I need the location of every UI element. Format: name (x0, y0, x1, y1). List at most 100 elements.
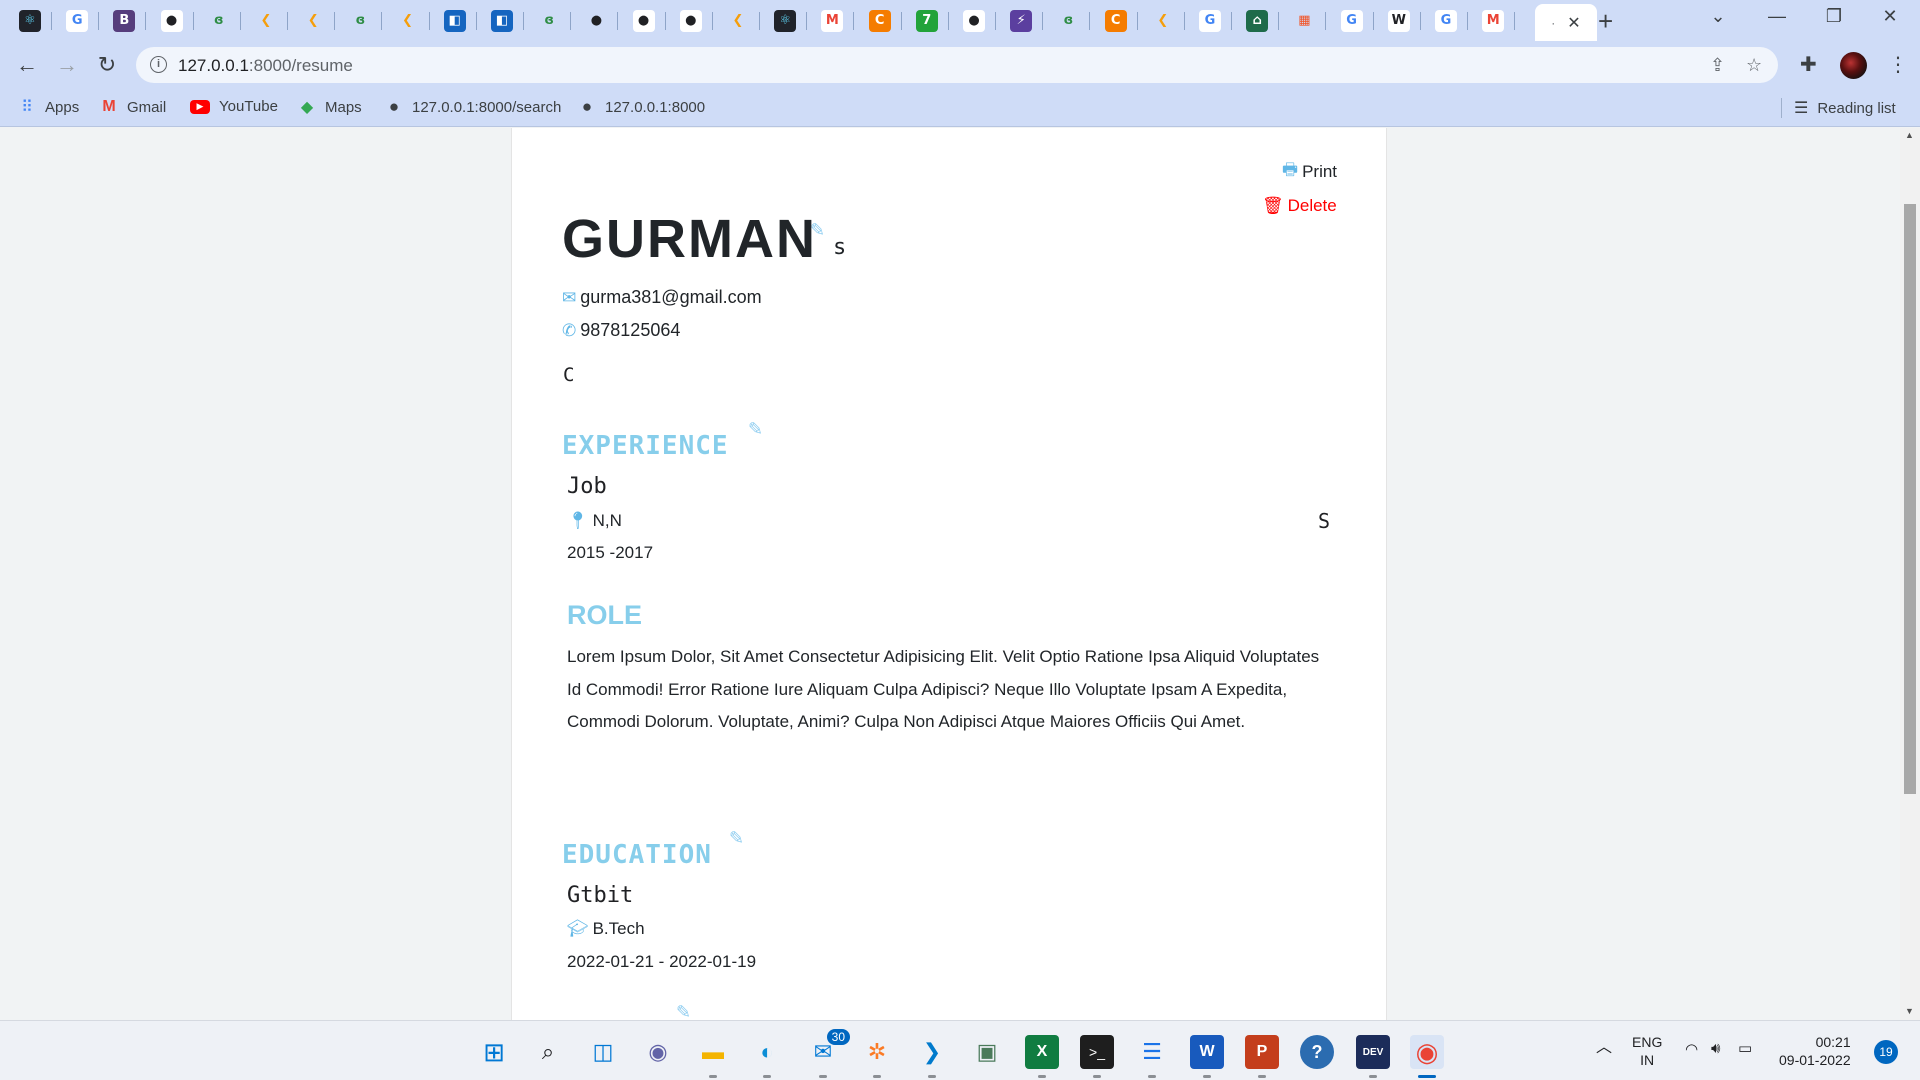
browser-tab[interactable]: ● (669, 5, 713, 36)
clock[interactable]: 00:21 09-01-2022 (1779, 1033, 1851, 1069)
bookmark-label: Maps (325, 98, 362, 116)
tab-separator (806, 12, 808, 30)
browser-tab[interactable]: ❮ (386, 5, 430, 36)
codeium-icon: ❮ (255, 9, 277, 32)
bookmark-home[interactable]: ● 127.0.0.1:8000 (578, 97, 705, 116)
bookmark-gmail[interactable]: M Gmail (100, 98, 166, 116)
bookmark-youtube[interactable]: ▶ YouTube (190, 98, 278, 115)
print-button[interactable]: 🖶 Print (1282, 157, 1337, 186)
browser-tab[interactable]: G (55, 5, 100, 36)
search-icon[interactable]: ⌕ (531, 1035, 565, 1069)
terminal-icon[interactable]: >_ (1080, 1035, 1114, 1078)
browser-tab[interactable]: C (1094, 5, 1138, 36)
browser-tab[interactable]: ɞ (338, 5, 383, 36)
url-text[interactable]: 127.0.0.1:8000/resume (178, 56, 353, 76)
reading-list-label: Reading list (1817, 99, 1896, 117)
browser-tab[interactable]: G (1330, 5, 1374, 36)
language-indicator[interactable]: ENG IN (1632, 1033, 1662, 1069)
browser-tab[interactable]: G (1424, 5, 1468, 36)
browser-tab[interactable]: ⚡ (999, 5, 1044, 36)
reading-list-button[interactable]: ☰ Reading list (1794, 98, 1896, 118)
notification-badge[interactable]: 19 (1874, 1040, 1898, 1064)
wifi-icon[interactable]: ◠ (1685, 1041, 1698, 1059)
browser-tab[interactable]: W (1377, 5, 1421, 36)
file-explorer-icon[interactable]: ▬ (696, 1035, 730, 1078)
page-scrollbar[interactable]: ▲ ▼ (1900, 128, 1920, 1020)
browser-tab[interactable]: ❮ (291, 5, 336, 36)
codeium-icon: ❮ (396, 9, 419, 32)
word-icon[interactable]: W (1190, 1035, 1224, 1078)
browser-tab[interactable]: ⚛ (8, 5, 52, 36)
tab-separator (570, 12, 572, 30)
browser-tab[interactable]: ⌂ (1235, 5, 1280, 36)
forward-button[interactable]: → (52, 50, 82, 80)
mail-icon[interactable]: ✉ 30 (806, 1029, 850, 1078)
browser-tab[interactable]: ▦ (1282, 5, 1327, 36)
codeium-icon: ❮ (302, 9, 325, 32)
minimize-button[interactable]: — (1757, 6, 1797, 27)
browser-tab[interactable]: ⚛ (763, 5, 808, 36)
browser-tab[interactable]: ◧ (480, 5, 524, 36)
edit-name-pencil-icon[interactable]: ✎ (810, 220, 825, 241)
browser-tab[interactable]: ❮ (1141, 5, 1185, 36)
browser-tab[interactable]: M (810, 5, 855, 36)
browser-tab[interactable]: ● (150, 5, 194, 36)
browser-tab[interactable]: G (1188, 5, 1232, 36)
scroll-up-arrow-icon[interactable]: ▲ (1905, 130, 1914, 140)
edit-experience-pencil-icon[interactable]: ✎ (748, 419, 763, 440)
bookmark-star-icon[interactable]: ☆ (1746, 55, 1762, 76)
browser-tab[interactable]: ❮ (716, 5, 760, 36)
browser-tab[interactable]: ɞ (1046, 5, 1091, 36)
show-hidden-icons-chevron-icon[interactable]: ︿ (1596, 1039, 1612, 1057)
browser-tab[interactable]: ◧ (433, 5, 477, 36)
bookmark-search[interactable]: ● 127.0.0.1:8000/search (385, 97, 561, 116)
browser-tab[interactable]: ɞ (197, 5, 241, 36)
bookmark-apps[interactable]: ⠿ Apps (18, 98, 79, 117)
back-button[interactable]: ← (12, 50, 42, 80)
battery-icon[interactable]: ▭ (1738, 1040, 1752, 1058)
dev-icon[interactable]: DEV (1356, 1035, 1390, 1078)
browser-tab[interactable]: B (102, 5, 147, 36)
browser-tab[interactable]: ❮ (244, 5, 288, 36)
edit-next-section-pencil-icon[interactable]: ✎ (676, 1002, 691, 1020)
browser-tab[interactable]: C (858, 5, 902, 36)
task-view-icon[interactable]: ◫ (586, 1035, 620, 1069)
site-info-icon[interactable]: i (150, 56, 167, 73)
extensions-icon[interactable]: ✚ (1800, 52, 1817, 77)
browser-tab[interactable]: ● (622, 5, 666, 36)
browser-tab[interactable]: ● (574, 5, 619, 36)
close-tab-icon[interactable]: ✕ (1567, 13, 1580, 33)
new-tab-button[interactable]: + (1598, 8, 1613, 34)
tab-search-chevron-icon[interactable]: ⌄ (1698, 6, 1738, 27)
restore-button[interactable]: ❐ (1814, 6, 1854, 27)
envelope-icon: ✉ (562, 287, 577, 307)
xampp-icon[interactable]: ✲ (860, 1035, 894, 1078)
profile-avatar[interactable] (1840, 52, 1867, 79)
address-bar[interactable]: i 127.0.0.1:8000/resume ⇪ ☆ (136, 47, 1778, 83)
app-window-icon[interactable]: ▣ (970, 1035, 1004, 1069)
volume-icon[interactable]: 🔊︎ (1711, 1040, 1720, 1058)
share-icon[interactable]: ⇪ (1710, 55, 1725, 76)
browser-tab[interactable]: 7 (905, 5, 949, 36)
delete-button[interactable]: 🗑 Delete (1262, 196, 1337, 216)
close-window-button[interactable]: ✕ (1870, 6, 1910, 27)
bookmark-maps[interactable]: ◆ Maps (298, 98, 362, 117)
menu-kebab-icon[interactable]: ⋮ (1888, 52, 1908, 77)
reload-button[interactable]: ↻ (92, 50, 122, 80)
help-icon[interactable]: ? (1300, 1035, 1334, 1069)
chat-icon[interactable]: ◉ (641, 1035, 675, 1069)
chrome-icon[interactable]: ◉ (1410, 1035, 1444, 1078)
excel-icon[interactable]: X (1025, 1035, 1059, 1078)
browser-tab[interactable]: ● (952, 5, 996, 36)
edit-education-pencil-icon[interactable]: ✎ (729, 828, 744, 849)
edge-icon[interactable]: ◐ (750, 1035, 784, 1078)
scroll-down-arrow-icon[interactable]: ▼ (1905, 1006, 1914, 1016)
notepad-icon[interactable]: ☰ (1135, 1035, 1169, 1078)
browser-tab[interactable]: ɞ (527, 5, 572, 36)
powerpoint-icon[interactable]: P (1245, 1035, 1279, 1078)
vscode-icon[interactable]: ❯ (915, 1035, 949, 1078)
browser-tab[interactable]: M (1471, 5, 1516, 36)
active-tab[interactable]: · ✕ (1535, 4, 1597, 41)
scrollbar-thumb[interactable] (1904, 204, 1916, 794)
start-button[interactable]: ⊞ (477, 1035, 511, 1069)
